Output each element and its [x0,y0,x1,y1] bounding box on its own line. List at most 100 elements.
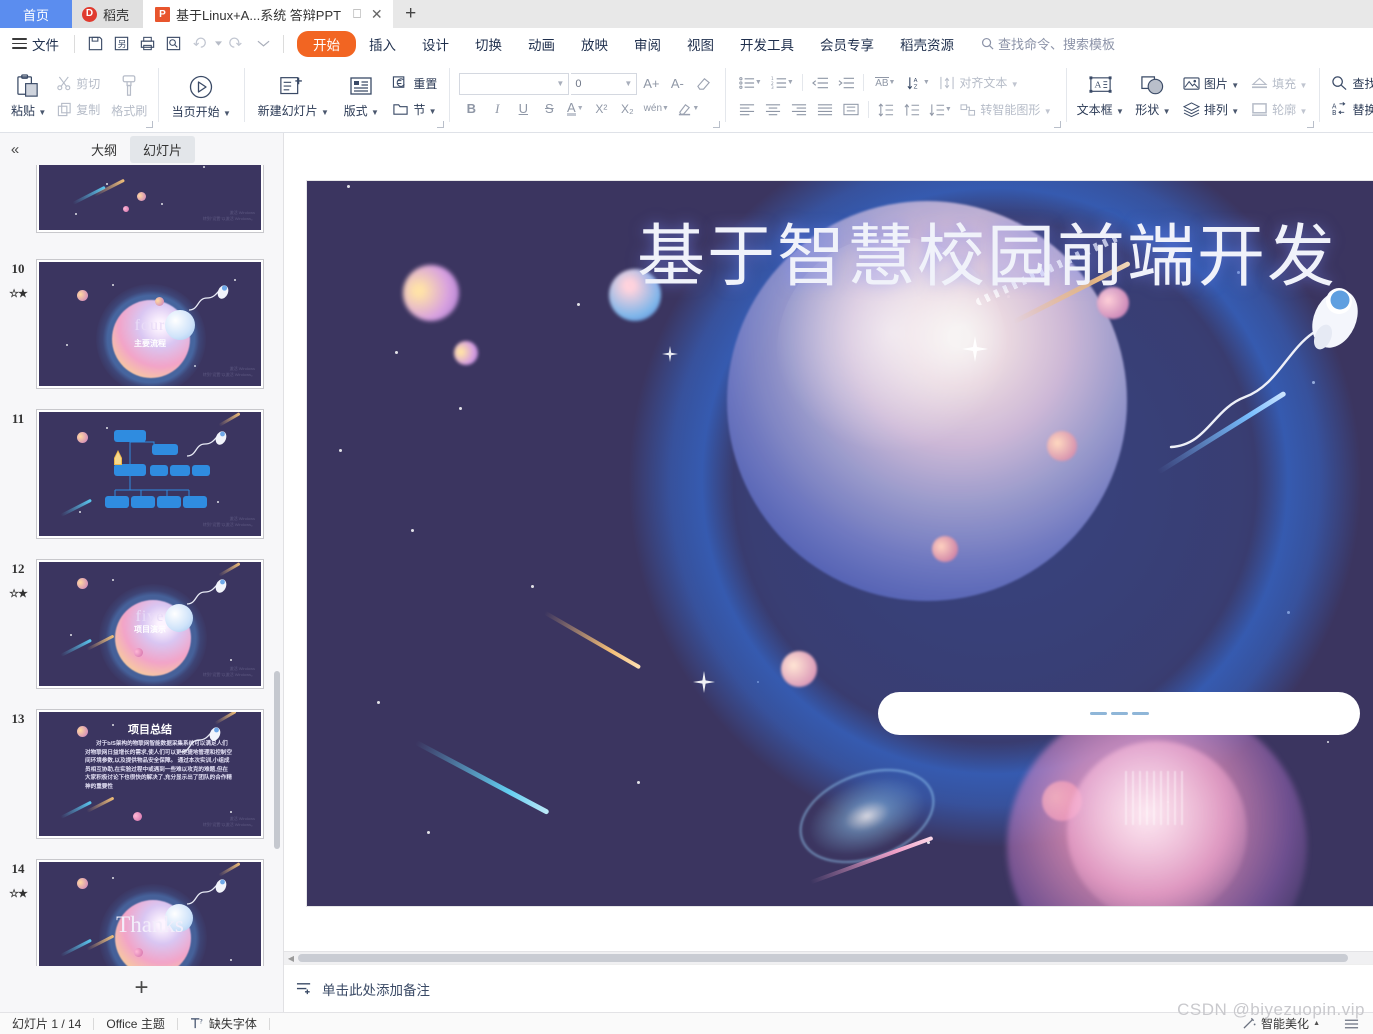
outline-button[interactable]: 轮廓 ▼ [1247,97,1311,121]
scroll-left-arrow[interactable]: ◀ [284,954,298,963]
thumbnail-frame-11[interactable]: 激活 Windows 转到"设置"以激活 Windows。 [36,409,264,539]
slide-counter[interactable]: 幻灯片 1 / 14 [0,1015,93,1032]
decrease-font-size-button[interactable]: A- [665,73,689,95]
smart-beautify-caret-icon[interactable]: ▲ [1313,1020,1320,1027]
thumbnail-row-14[interactable]: 14 ☆★ Thanks [0,859,283,966]
theme-indicator[interactable]: Office 主题 [94,1015,176,1032]
font-color-button[interactable]: A ▼ [563,98,587,120]
save-icon[interactable] [82,32,108,56]
space-before-icon[interactable] [900,99,924,121]
find-button[interactable]: 查找 [1327,71,1373,95]
bullets-icon[interactable]: ▼ [735,72,765,94]
thumbnail-frame-12[interactable]: five 项目演示 激活 Windows 转到"设置"以激活 Windows。 [36,559,264,689]
slide-list-scroll-thumb[interactable] [274,671,280,849]
thumbnail-frame-14[interactable]: Thanks 激活 Windows转到"设置"以激活 Windows。 [36,859,264,966]
ribbon-tab-view[interactable]: 视图 [674,31,727,57]
picture-button[interactable]: 图片 ▼ [1179,71,1243,95]
section-button[interactable]: 节 ▼ [388,97,441,121]
customize-quick-access-icon[interactable] [250,32,276,56]
italic-button[interactable]: I [485,98,509,120]
stage-horizontal-scrollbar[interactable]: ◀ [284,951,1373,964]
align-right-icon[interactable] [787,99,811,121]
clear-format-icon[interactable] [691,73,715,95]
add-slide-button[interactable]: + [0,970,283,1006]
ribbon-tab-transition[interactable]: 切换 [462,31,515,57]
tab-outline[interactable]: 大纲 [78,136,130,163]
arrange-button[interactable]: 排列 ▼ [1179,97,1243,121]
tab-close-icon[interactable]: ✕ [371,6,383,23]
tab-docer[interactable]: D 稻壳 [72,0,144,28]
slide-list-scrollbar[interactable] [273,165,281,966]
chevron-double-left-icon[interactable]: « [0,141,30,158]
increase-font-size-button[interactable]: A+ [639,73,663,95]
slides-dialog-launcher[interactable] [437,121,445,128]
layout-button[interactable]: 版式 ▼ [336,62,386,130]
shapes-button[interactable]: 形状 ▼ [1129,62,1177,130]
textbox-button[interactable]: A 文本框 ▼ [1072,62,1129,130]
font-family-input[interactable]: ▼ [459,72,570,95]
paste-button[interactable]: 粘贴 ▼ [6,62,51,130]
tab-slides[interactable]: 幻灯片 [130,135,196,163]
thumbnail-row-9[interactable]: 激活 Windows 转到"设置"以激活 Windows。 [0,165,283,233]
save-as-icon[interactable]: 另 [108,32,134,56]
thumbnail-frame-10[interactable]: four 主要流程 激活 Windows 转到"设置"以激活 Windows。 [36,259,264,389]
slide-thumbnail-list[interactable]: 激活 Windows 转到"设置"以激活 Windows。 10 ☆★ four… [0,165,283,966]
reset-button[interactable]: 重置 [388,71,441,95]
ribbon-tab-review[interactable]: 审阅 [621,31,674,57]
subscript-button[interactable]: X₂ [615,98,639,120]
start-from-current-button[interactable]: 当页开始 ▼ [164,62,238,130]
ribbon-tab-docer-resource[interactable]: 稻壳资源 [887,31,967,57]
paragraph-dialog-launcher[interactable] [1053,121,1061,128]
copy-button[interactable]: 复制 [53,97,104,121]
font-dialog-launcher[interactable] [713,121,721,128]
text-direction-button[interactable]: AB ▼ [869,72,901,94]
thumbnail-row-11[interactable]: 11 激活 Windows 转到"设置"以激活 Windows。 [0,409,283,539]
fill-button[interactable]: 填充 ▼ [1247,71,1311,95]
ribbon-tab-slideshow[interactable]: 放映 [568,31,621,57]
numbering-icon[interactable]: 123 ▼ [767,72,797,94]
replace-button[interactable]: AB 替换 ▼ [1327,97,1373,121]
print-icon[interactable] [134,32,160,56]
undo-icon[interactable] [186,32,212,56]
cut-button[interactable]: 剪切 [53,71,104,95]
new-tab-button[interactable]: + [392,0,429,28]
thumbnail-frame-13[interactable]: 项目总结 对于b/S架构的物联网智能数据采集系统可以满足人们对物联网日益增长的需… [36,709,264,839]
thumbnail-row-10[interactable]: 10 ☆★ four 主要流程 激活 Windows 转到"设置"以激活 Win… [0,259,283,389]
slide-subtitle-box[interactable] [878,692,1360,735]
thumbnail-row-13[interactable]: 13 项目总结 对于b/S架构的物联网智能数据采集系统可以满足人们对物联网日益增… [0,709,283,839]
ribbon-tab-insert[interactable]: 插入 [356,31,409,57]
thumbnail-row-12[interactable]: 12 ☆★ five 项目演示 激活 Windows 转到"设置"以激活 Win… [0,559,283,689]
ribbon-tab-start[interactable]: 开始 [297,30,356,57]
stage-hscroll-thumb[interactable] [298,954,1348,962]
tab-present-icon[interactable]: ⎕ [353,6,361,22]
command-search[interactable]: 查找命令、搜索模板 [981,34,1115,53]
font-size-input[interactable]: 0 ▼ [571,72,638,95]
align-center-icon[interactable] [761,99,785,121]
align-justify-icon[interactable] [813,99,837,121]
file-menu-button[interactable]: 文件 [0,34,67,54]
current-slide-canvas[interactable]: 基于智慧校园前端开发 [307,181,1373,906]
print-preview-icon[interactable] [160,32,186,56]
view-options-icon[interactable] [1332,1018,1373,1030]
undo-dropdown-icon[interactable] [212,32,224,56]
sort-icon[interactable]: AZ ▼ [903,72,933,94]
convert-to-smartart-button[interactable]: 转智能图形 ▼ [956,98,1055,122]
underline-button[interactable]: U [511,98,535,120]
slide-title[interactable]: 基于智慧校园前端开发 [637,201,1373,300]
text-highlight-icon[interactable]: ▼ [673,98,703,120]
tab-home[interactable]: 首页 [0,0,72,28]
tab-document[interactable]: P 基于Linux+A...系统 答辩PPT ⎕ ✕ [143,0,393,28]
align-left-icon[interactable] [735,99,759,121]
new-slide-button[interactable]: 新建幻灯片 ▼ [250,62,336,130]
format-painter-button[interactable]: 格式刷 [106,62,152,130]
superscript-button[interactable]: X² [589,98,613,120]
distribute-text-icon[interactable] [839,99,863,121]
smart-beautify-button[interactable]: 智能美化 ▲ [1230,1015,1332,1032]
strikethrough-button[interactable]: S [537,98,561,120]
ribbon-tab-design[interactable]: 设计 [409,31,462,57]
pinyin-guide-button[interactable]: wén ▼ [641,98,671,120]
bold-button[interactable]: B [459,98,483,120]
drawing-dialog-launcher[interactable] [1307,121,1315,128]
redo-icon[interactable] [224,32,250,56]
align-text-button[interactable]: 对齐文本 ▼ [935,71,1022,95]
